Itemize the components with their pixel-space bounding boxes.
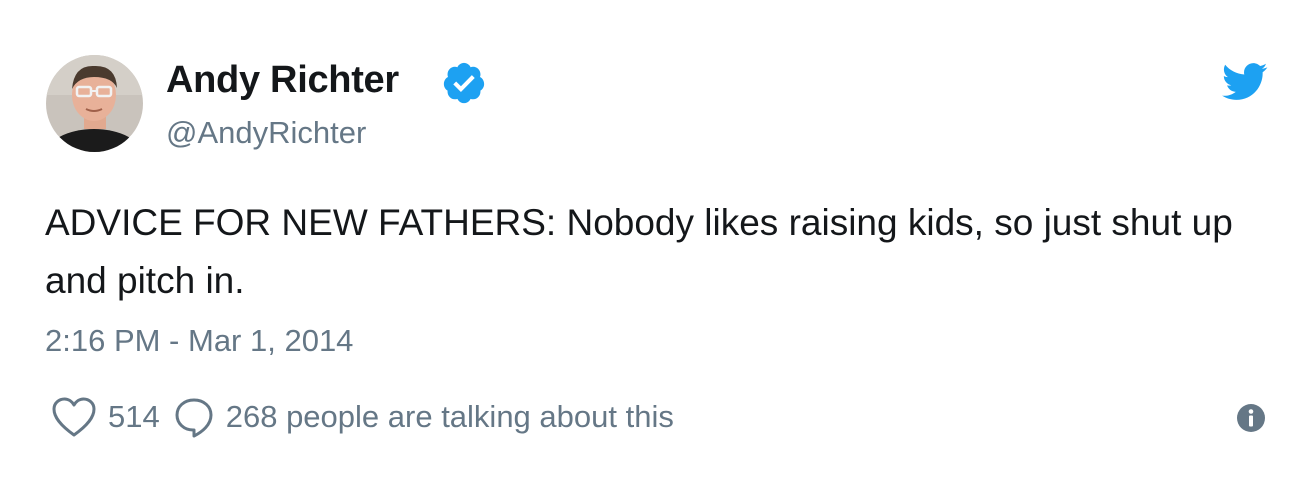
tweet-text: ADVICE FOR NEW FATHERS: Nobody likes rai… [45,202,1233,301]
verified-badge-icon [443,62,485,104]
info-icon[interactable] [1236,403,1266,433]
tweet-card: Andy Richter @AndyRichter ADVICE FOR NEW… [0,0,1308,496]
like-count[interactable]: 514 [108,399,160,435]
speech-bubble-icon[interactable] [172,395,216,439]
avatar[interactable] [46,55,143,152]
author-handle[interactable]: @AndyRichter [166,114,366,152]
twitter-bird-icon[interactable] [1222,62,1268,102]
author-name[interactable]: Andy Richter [166,58,399,102]
talking-about-link[interactable]: 268 people are talking about this [226,399,674,435]
avatar-image [46,55,143,152]
tweet-actions: 514 268 people are talking about this [50,392,674,442]
heart-icon[interactable] [50,395,98,439]
tweet-timestamp[interactable]: 2:16 PM - Mar 1, 2014 [45,321,353,361]
